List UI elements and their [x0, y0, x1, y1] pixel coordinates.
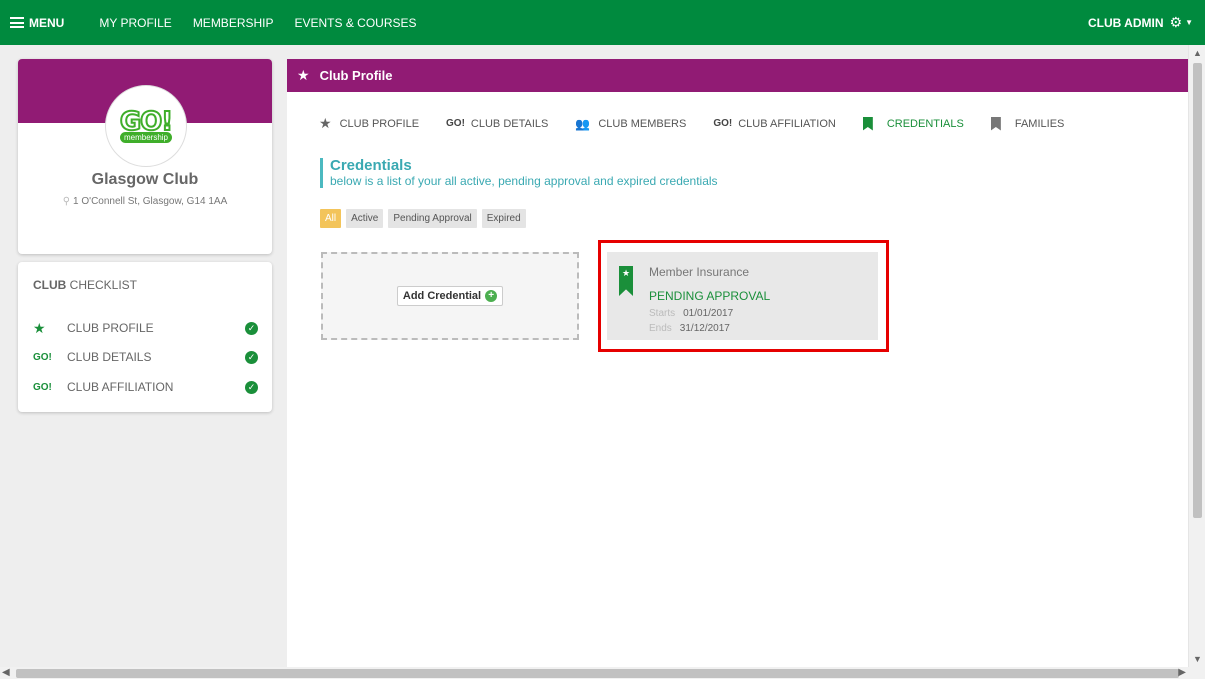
go-icon: GO! — [33, 351, 52, 363]
club-name: Glasgow Club — [91, 171, 199, 188]
scroll-left-icon[interactable]: ◀ — [2, 667, 10, 679]
add-credential-box: Add Credential + — [321, 252, 579, 340]
credential-starts: Starts 01/01/2017 — [649, 308, 733, 319]
ends-value: 31/12/2017 — [679, 323, 730, 334]
page-title: Club Profile — [319, 68, 393, 83]
starts-value: 01/01/2017 — [683, 308, 734, 319]
star-icon: ★ — [297, 67, 310, 83]
hamburger-icon — [10, 17, 24, 28]
logo-go-text: GO! — [119, 106, 174, 137]
go-icon: GO! — [713, 118, 733, 129]
add-credential-label: Add Credential — [402, 290, 482, 302]
club-address: ⚲ 1 O'Connell St, Glasgow, G14 1AA — [18, 196, 272, 207]
horizontal-scrollbar[interactable]: ◀ ▶ — [0, 667, 1205, 679]
menu-label: MENU — [29, 15, 65, 30]
nav-membership[interactable]: MEMBERSHIP — [193, 16, 274, 30]
tab-label: CLUB MEMBERS — [598, 117, 687, 130]
credential-card[interactable]: ★ Member Insurance PENDING APPROVAL Star… — [607, 252, 878, 340]
plus-icon: + — [485, 290, 498, 302]
horizontal-scroll-thumb[interactable] — [16, 669, 1179, 678]
bookmark-star-icon: ★ — [619, 266, 633, 296]
club-logo: GO! membership — [105, 85, 187, 167]
nav-links: MY PROFILE MEMBERSHIP EVENTS & COURSES — [99, 16, 437, 30]
star-icon: ★ — [319, 115, 332, 131]
checklist-title: CLUB CHECKLIST — [33, 278, 137, 292]
credential-name: Member Insurance — [649, 265, 750, 279]
club-profile-card: GO! membership Glasgow Club ⚲ 1 O'Connell… — [18, 59, 272, 254]
filter-expired[interactable]: Expired — [481, 209, 526, 228]
map-pin-icon: ⚲ — [62, 196, 71, 207]
club-checklist-card: CLUB CHECKLIST ★ CLUB PROFILE ✓ GO! CLUB… — [18, 262, 272, 412]
tab-label: FAMILIES — [1014, 117, 1065, 130]
vertical-scrollbar[interactable]: ▲ ▼ — [1188, 45, 1205, 667]
tab-label: CLUB DETAILS — [470, 117, 549, 130]
go-icon: GO! — [446, 118, 465, 129]
go-icon: GO! — [33, 381, 52, 393]
gear-icon: ⚙ — [1169, 14, 1183, 30]
ends-label: Ends — [649, 323, 672, 334]
user-menu[interactable]: CLUB ADMIN ⚙ ▼ — [1088, 0, 1193, 45]
users-icon: 👥 — [575, 116, 591, 131]
credential-ends: Ends 31/12/2017 — [649, 323, 730, 334]
credential-status: PENDING APPROVAL — [649, 289, 771, 303]
checklist-item-club-profile[interactable]: ★ CLUB PROFILE ✓ — [33, 318, 258, 338]
bookmark-icon — [990, 116, 1001, 131]
tab-club-details[interactable]: GO! CLUB DETAILS — [446, 118, 548, 130]
vertical-scroll-thumb[interactable] — [1193, 63, 1202, 518]
section-heading: Credentials below is a list of your all … — [320, 158, 718, 188]
scroll-down-icon[interactable]: ▼ — [1189, 651, 1205, 667]
tab-label: CLUB PROFILE — [339, 117, 420, 130]
main-header: ★ Club Profile — [287, 59, 1196, 92]
nav-events-courses[interactable]: EVENTS & COURSES — [295, 16, 417, 30]
check-circle-icon: ✓ — [245, 350, 258, 364]
checklist-item-label: CLUB DETAILS — [67, 350, 152, 364]
check-circle-icon: ✓ — [245, 380, 258, 394]
user-menu-label: CLUB ADMIN — [1087, 15, 1164, 30]
nav-my-profile[interactable]: MY PROFILE — [99, 16, 171, 30]
scroll-up-icon[interactable]: ▲ — [1189, 45, 1205, 61]
checklist-item-club-affiliation[interactable]: GO! CLUB AFFILIATION ✓ — [33, 377, 258, 397]
tab-label: CLUB AFFILIATION — [738, 117, 836, 130]
filter-all[interactable]: All — [320, 209, 342, 228]
section-title: Credentials — [330, 157, 412, 174]
bookmark-icon — [862, 116, 873, 131]
caret-down-icon: ▼ — [1185, 18, 1193, 27]
starts-label: Starts — [649, 308, 676, 319]
logo-membership-text: membership — [119, 131, 172, 143]
top-navbar: MENU MY PROFILE MEMBERSHIP EVENTS & COUR… — [0, 0, 1205, 45]
tab-club-profile[interactable]: ★ CLUB PROFILE — [319, 115, 419, 132]
menu-button[interactable]: MENU — [10, 16, 64, 30]
checklist-title-rest: CHECKLIST — [66, 278, 138, 292]
tab-label: CREDENTIALS — [886, 117, 964, 130]
add-credential-button[interactable]: Add Credential + — [396, 286, 504, 306]
checklist-item-label: CLUB AFFILIATION — [67, 380, 174, 394]
main-panel: ★ Club Profile ★ CLUB PROFILE GO! CLUB D… — [287, 59, 1196, 667]
filter-active[interactable]: Active — [346, 209, 384, 228]
checklist-title-bold: CLUB — [33, 278, 67, 292]
tab-families[interactable]: FAMILIES — [990, 116, 1065, 131]
tab-club-affiliation[interactable]: GO! CLUB AFFILIATION — [713, 118, 835, 130]
checklist-item-label: CLUB PROFILE — [67, 321, 154, 335]
check-circle-icon: ✓ — [245, 321, 258, 335]
scroll-right-icon[interactable]: ▶ — [1178, 667, 1186, 679]
section-subtitle: below is a list of your all active, pend… — [330, 174, 718, 188]
club-address-text: 1 O'Connell St, Glasgow, G14 1AA — [73, 196, 228, 207]
filter-pending-approval[interactable]: Pending Approval — [388, 209, 477, 228]
tab-credentials[interactable]: CREDENTIALS — [862, 116, 964, 131]
profile-tabs: ★ CLUB PROFILE GO! CLUB DETAILS 👥 CLUB M… — [319, 115, 1091, 132]
checklist-item-club-details[interactable]: GO! CLUB DETAILS ✓ — [33, 347, 258, 367]
credential-filters: All Active Pending Approval Expired — [320, 209, 526, 228]
star-icon: ★ — [33, 319, 46, 336]
tab-club-members[interactable]: 👥 CLUB MEMBERS — [575, 117, 686, 131]
